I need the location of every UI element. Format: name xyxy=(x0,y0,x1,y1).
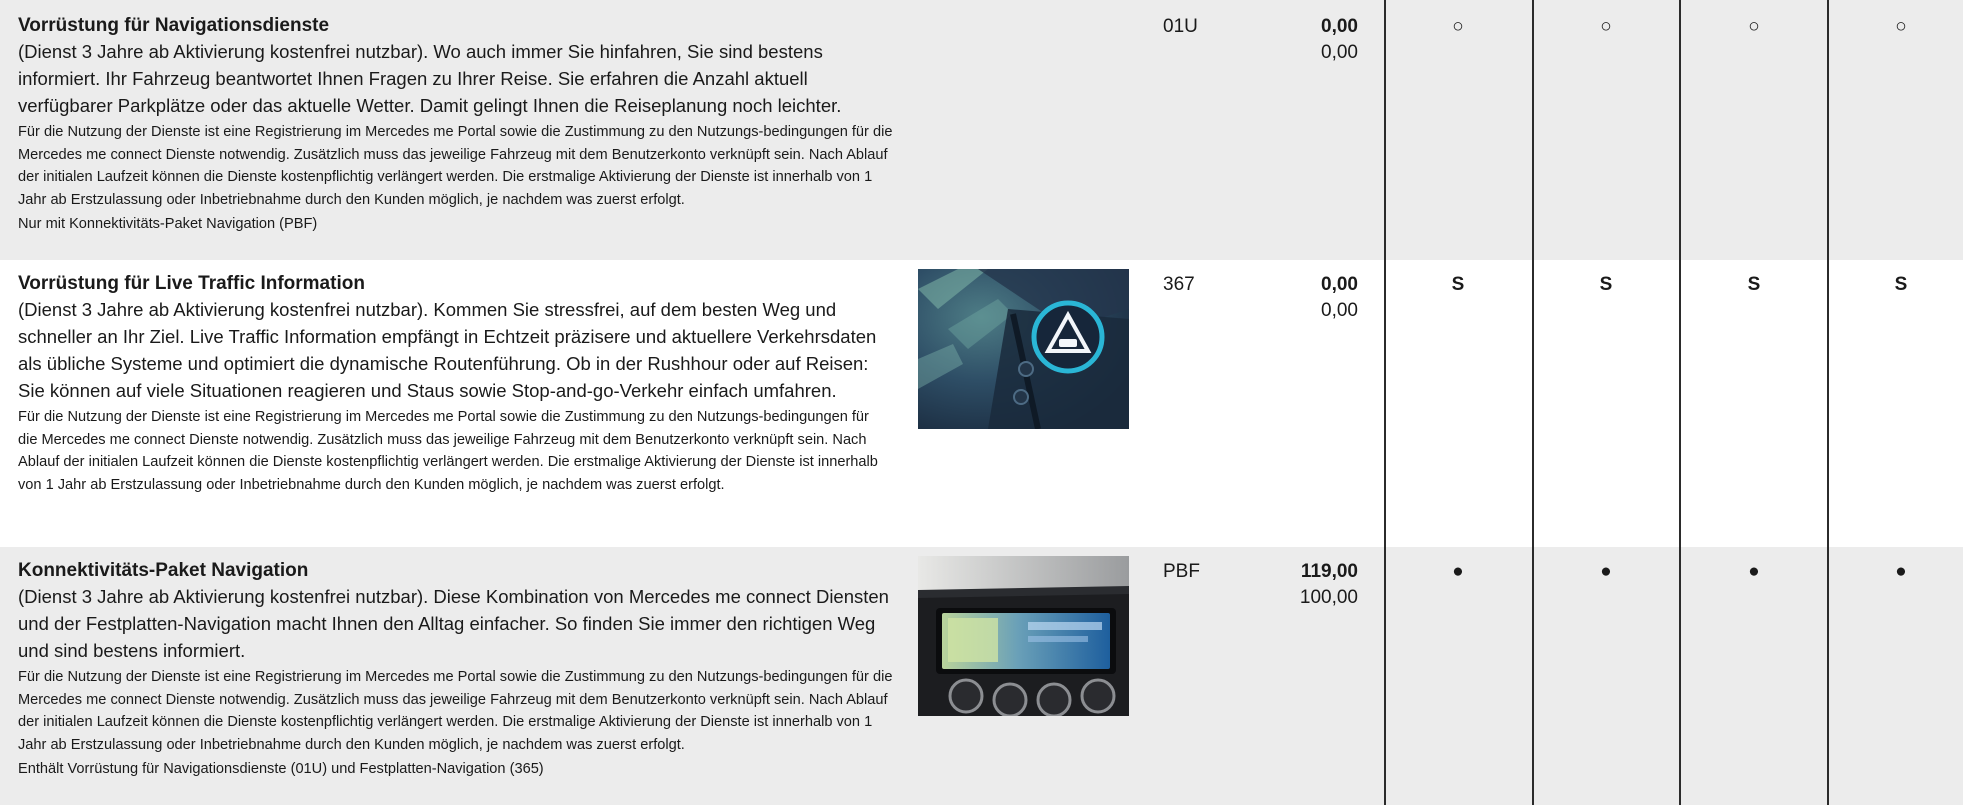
price-gross: 0,00 xyxy=(1321,274,1358,295)
option-description: (Dienst 3 Jahre ab Aktivierung kostenfre… xyxy=(18,299,877,401)
price-net: 100,00 xyxy=(1299,587,1358,608)
availability-1: ○ xyxy=(1452,16,1464,37)
option-fine-print: Für die Nutzung der Dienste ist eine Reg… xyxy=(18,669,893,753)
dashboard-navigation-picture xyxy=(918,556,1129,716)
option-title: Vorrüstung für Navigationsdienste xyxy=(18,15,330,36)
option-price: 0,00 0,00 xyxy=(1240,272,1358,324)
option-code: 01U xyxy=(1163,16,1198,37)
column-divider xyxy=(1827,0,1829,805)
option-price: 0,00 0,00 xyxy=(1240,14,1358,66)
option-row-konnektivitaets-paket: Konnektivitäts-Paket Navigation (Dienst … xyxy=(0,547,1963,805)
price-net: 0,00 xyxy=(1321,42,1358,63)
availability-4: ○ xyxy=(1895,16,1907,37)
option-title: Konnektivitäts-Paket Navigation xyxy=(18,560,309,581)
option-price: 119,00 100,00 xyxy=(1240,559,1358,611)
option-note: Nur mit Konnektivitäts-Paket Navigation … xyxy=(18,216,318,233)
availability-4: S xyxy=(1894,274,1908,295)
option-title: Vorrüstung für Live Traffic Information xyxy=(18,273,365,294)
availability-1: S xyxy=(1451,274,1465,295)
availability-2: ○ xyxy=(1600,16,1612,37)
option-description: (Dienst 3 Jahre ab Aktivierung kostenfre… xyxy=(18,41,842,116)
availability-1: ● xyxy=(1452,561,1464,582)
traffic-display-picture xyxy=(918,269,1129,429)
live-traffic-image xyxy=(918,269,1129,429)
availability-2: S xyxy=(1599,274,1613,295)
option-row-navigationsdienste: Vorrüstung für Navigationsdienste (Diens… xyxy=(0,0,1963,260)
option-code: PBF xyxy=(1163,561,1200,582)
availability-3: S xyxy=(1747,274,1761,295)
column-divider xyxy=(1679,0,1681,805)
price-gross: 0,00 xyxy=(1321,16,1358,37)
column-divider xyxy=(1532,0,1534,805)
price-gross: 119,00 xyxy=(1300,561,1358,582)
option-code: 367 xyxy=(1163,274,1195,295)
availability-2: ● xyxy=(1600,561,1612,582)
availability-4: ● xyxy=(1895,561,1907,582)
availability-3: ● xyxy=(1748,561,1760,582)
availability-3: ○ xyxy=(1748,16,1760,37)
navigation-package-image xyxy=(918,556,1129,716)
option-fine-print: Für die Nutzung der Dienste ist eine Reg… xyxy=(18,409,878,493)
option-row-live-traffic: Vorrüstung für Live Traffic Information … xyxy=(0,260,1963,547)
option-fine-print: Für die Nutzung der Dienste ist eine Reg… xyxy=(18,124,893,208)
column-divider xyxy=(1384,0,1386,805)
option-description: (Dienst 3 Jahre ab Aktivierung kostenfre… xyxy=(18,586,889,661)
price-net: 0,00 xyxy=(1321,300,1358,321)
option-note: Enthält Vorrüstung für Navigationsdienst… xyxy=(18,761,544,778)
